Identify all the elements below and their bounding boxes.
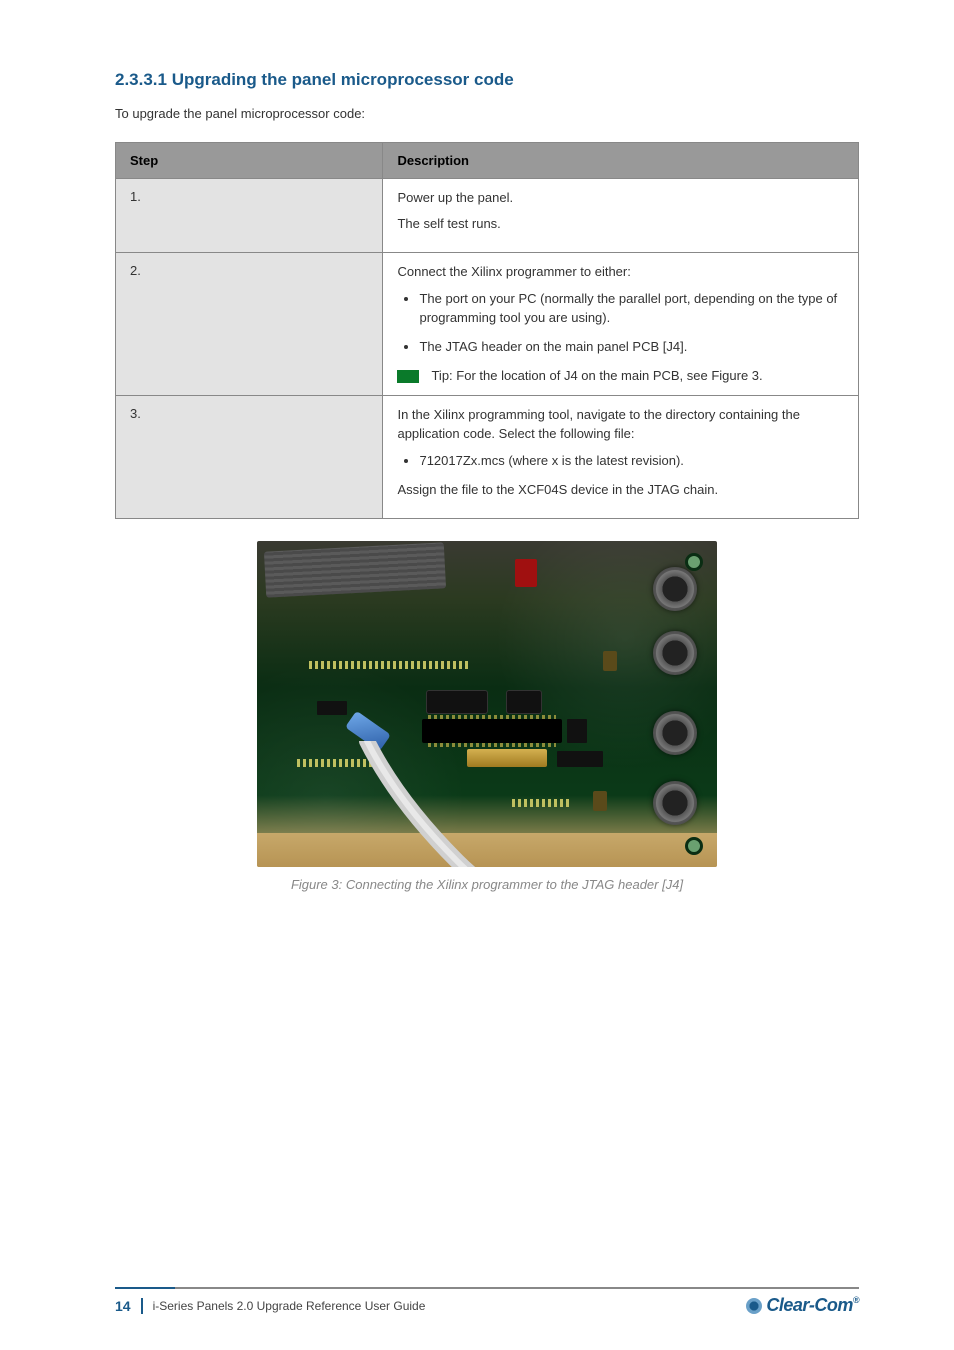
brand-logo: Clear-Com® [746, 1295, 859, 1316]
step-line: Connect the Xilinx programmer to either: [397, 263, 844, 282]
page-footer: 14 i-Series Panels 2.0 Upgrade Reference… [115, 1287, 859, 1316]
table-row: 2. Connect the Xilinx programmer to eith… [116, 253, 859, 396]
step-number: 3. [116, 396, 383, 518]
step-number: 1. [116, 178, 383, 253]
table-row: 1. Power up the panel. The self test run… [116, 178, 859, 253]
step-line: The self test runs. [397, 215, 844, 234]
page-number: 14 [115, 1298, 143, 1314]
step-line: Power up the panel. [397, 189, 844, 208]
col-desc-header: Description [383, 142, 859, 178]
step-line: Assign the file to the XCF04S device in … [397, 481, 844, 500]
tip-text: Tip: For the location of J4 on the main … [431, 367, 762, 386]
section-heading: 2.3.3.1 Upgrading the panel microprocess… [115, 70, 859, 90]
tip-icon [397, 370, 419, 383]
list-item: The port on your PC (normally the parall… [419, 290, 844, 328]
figure-caption: Figure 3: Connecting the Xilinx programm… [115, 877, 859, 892]
list-item: The JTAG header on the main panel PCB [J… [419, 338, 844, 357]
figure-image [257, 541, 717, 867]
registered-mark: ® [853, 1295, 859, 1305]
footer-text: i-Series Panels 2.0 Upgrade Reference Us… [153, 1299, 426, 1313]
col-step-header: Step [116, 142, 383, 178]
intro-text: To upgrade the panel microprocessor code… [115, 104, 859, 124]
step-number: 2. [116, 253, 383, 396]
figure-block: Figure 3: Connecting the Xilinx programm… [115, 541, 859, 892]
table-row: 3. In the Xilinx programming tool, navig… [116, 396, 859, 518]
brand-name: Clear-Com [766, 1295, 853, 1315]
logo-icon [746, 1298, 762, 1314]
step-line: In the Xilinx programming tool, navigate… [397, 406, 844, 444]
steps-table: Step Description 1. Power up the panel. … [115, 142, 859, 519]
list-item: 712017Zx.mcs (where x is the latest revi… [419, 452, 844, 471]
